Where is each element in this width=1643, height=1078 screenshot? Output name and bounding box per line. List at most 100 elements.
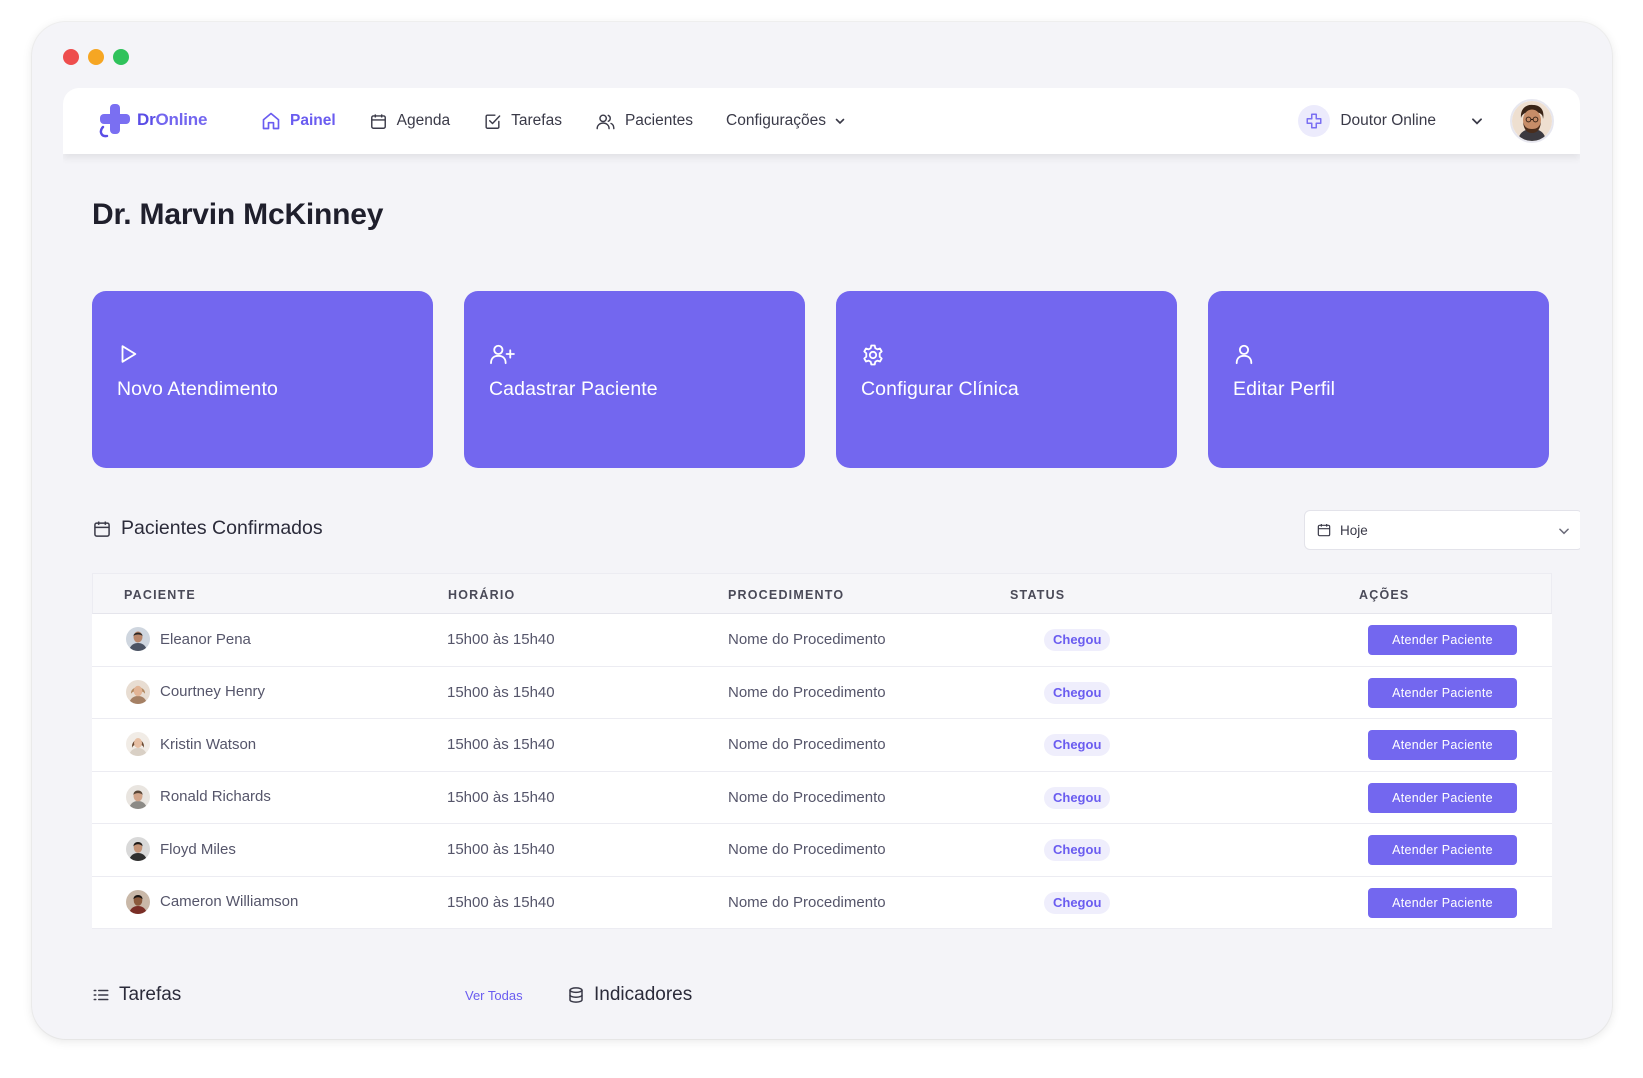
user-plus-icon [490, 344, 515, 365]
nav-item-label: Configurações [726, 112, 826, 129]
avatar [126, 889, 150, 914]
status-badge: Chegou [1044, 734, 1111, 756]
patient-name: Courtney Henry [160, 683, 266, 700]
patient-cell: Cameron Williamson [126, 889, 298, 914]
attend-patient-button[interactable]: Atender Paciente [1368, 625, 1517, 655]
time-cell: 15h00 às 15h40 [447, 893, 555, 911]
avatar [126, 837, 150, 861]
users-icon [596, 113, 615, 129]
table-header: PACIENTE HORÁRIO PROCEDIMENTO STATUS AÇÕ… [92, 573, 1552, 614]
patient-cell: Eleanor Pena [126, 627, 251, 651]
attend-patient-button[interactable]: Atender Paciente [1368, 677, 1517, 708]
patient-cell: Kristin Watson [126, 732, 256, 756]
attend-patient-button[interactable]: Atender Paciente [1368, 887, 1517, 918]
patient-cell: Floyd Miles [126, 837, 236, 861]
register-patient-card[interactable]: Cadastrar Paciente [464, 291, 805, 468]
see-all-tasks-link[interactable]: Ver Todas [465, 988, 523, 1003]
column-header-patient: PACIENTE [124, 588, 196, 602]
home-icon [262, 112, 280, 130]
time-cell: 15h00 às 15h40 [447, 631, 555, 648]
logo-cross-icon [99, 104, 130, 138]
nav-item-label: Painel [290, 112, 336, 129]
attend-patient-button[interactable]: Atender Paciente [1368, 835, 1517, 865]
nav-item-label: Tarefas [511, 112, 562, 129]
date-filter-value: Hoje [1340, 522, 1368, 538]
patient-name: Floyd Miles [160, 840, 236, 858]
avatar[interactable] [1510, 99, 1554, 143]
procedure-cell: Nome do Procedimento [728, 683, 886, 701]
indicators-title: Indicadores [594, 984, 693, 1005]
logo[interactable]: DrOnline [95, 100, 207, 140]
procedure-cell: Nome do Procedimento [728, 736, 886, 753]
maximize-window-button[interactable] [113, 49, 129, 65]
tasks-title: Tarefas [119, 984, 182, 1005]
time-cell: 15h00 às 15h40 [447, 683, 555, 701]
attend-patient-button[interactable]: Atender Paciente [1368, 730, 1517, 760]
gear-icon [863, 344, 883, 366]
indicators-section-header: Indicadores [567, 984, 692, 1006]
confirmed-patients-header: Pacientes Confirmados [92, 517, 323, 540]
status-badge: Chegou [1044, 681, 1111, 704]
edit-profile-card[interactable]: Editar Perfil [1208, 291, 1549, 468]
table-row: Floyd Miles 15h00 às 15h40 Nome do Proce… [92, 824, 1552, 877]
nav-item-label: Pacientes [624, 112, 694, 129]
patient-name: Eleanor Pena [160, 630, 251, 648]
user-icon [1235, 344, 1253, 365]
tasks-section-header: Tarefas [92, 984, 181, 1006]
close-window-button[interactable] [63, 49, 79, 65]
date-filter-select[interactable]: Hoje [1304, 510, 1580, 550]
column-header-actions: AÇÕES [1359, 588, 1410, 602]
table-row: Ronald Richards 15h00 às 15h40 Nome do P… [92, 771, 1552, 824]
column-header-procedure: PROCEDIMENTO [728, 588, 845, 602]
time-cell: 15h00 às 15h40 [447, 736, 555, 753]
chevron-down-icon [835, 118, 845, 125]
avatar [126, 784, 150, 809]
card-label: Cadastrar Paciente [489, 378, 658, 400]
procedure-cell: Nome do Procedimento [728, 841, 886, 858]
patient-name: Kristin Watson [160, 735, 257, 753]
page-title: Dr. Marvin McKinney [92, 198, 384, 231]
status-badge: Chegou [1044, 839, 1111, 861]
nav-item-pacientes[interactable]: Pacientes [595, 112, 693, 131]
card-label: Novo Atendimento [117, 378, 278, 400]
avatar [126, 732, 150, 756]
chevron-down-icon [1559, 528, 1569, 535]
table-row: Kristin Watson 15h00 às 15h40 Nome do Pr… [92, 719, 1552, 772]
clinic-badge-icon [1298, 105, 1331, 137]
window-controls [63, 49, 129, 65]
user-name: Doutor Online [1340, 112, 1436, 129]
nav-item-configuracoes[interactable]: Configurações [726, 112, 846, 130]
confirmed-patients-table: PACIENTE HORÁRIO PROCEDIMENTO STATUS AÇÕ… [92, 573, 1552, 929]
procedure-cell: Nome do Procedimento [728, 893, 886, 911]
database-icon [569, 987, 583, 1003]
nav-item-label: Agenda [396, 112, 451, 129]
column-header-time: HORÁRIO [448, 588, 516, 602]
checkbox-icon [485, 113, 501, 129]
status-badge: Chegou [1044, 629, 1111, 651]
attend-patient-button[interactable]: Atender Paciente [1368, 782, 1517, 813]
calendar-icon [1317, 524, 1331, 537]
chevron-down-icon[interactable] [1470, 114, 1484, 128]
nav-item-agenda[interactable]: Agenda [369, 112, 450, 131]
quick-actions: Novo Atendimento Cadastrar Paciente Conf… [92, 291, 1549, 468]
card-label: Editar Perfil [1233, 378, 1336, 400]
nav-item-painel[interactable]: Painel [261, 111, 336, 131]
configure-clinic-card[interactable]: Configurar Clínica [836, 291, 1177, 468]
procedure-cell: Nome do Procedimento [728, 631, 886, 648]
play-icon [121, 345, 137, 363]
status-badge: Chegou [1044, 891, 1111, 914]
main-nav: Painel Agenda Tarefas Pacientes Configur… [261, 88, 879, 154]
minimize-window-button[interactable] [88, 49, 104, 65]
table-row: Courtney Henry 15h00 às 15h40 Nome do Pr… [92, 666, 1552, 719]
calendar-icon [94, 521, 110, 537]
column-header-status: STATUS [1010, 588, 1066, 602]
nav-item-tarefas[interactable]: Tarefas [483, 112, 562, 131]
section-title: Pacientes Confirmados [121, 517, 323, 539]
table-row: Eleanor Pena 15h00 às 15h40 Nome do Proc… [92, 614, 1552, 667]
calendar-icon [370, 113, 386, 129]
new-appointment-card[interactable]: Novo Atendimento [92, 291, 433, 468]
logo-text: DrOnline [137, 110, 208, 129]
avatar [126, 627, 150, 651]
status-badge: Chegou [1044, 786, 1111, 809]
user-menu[interactable]: Doutor Online [1298, 88, 1554, 154]
